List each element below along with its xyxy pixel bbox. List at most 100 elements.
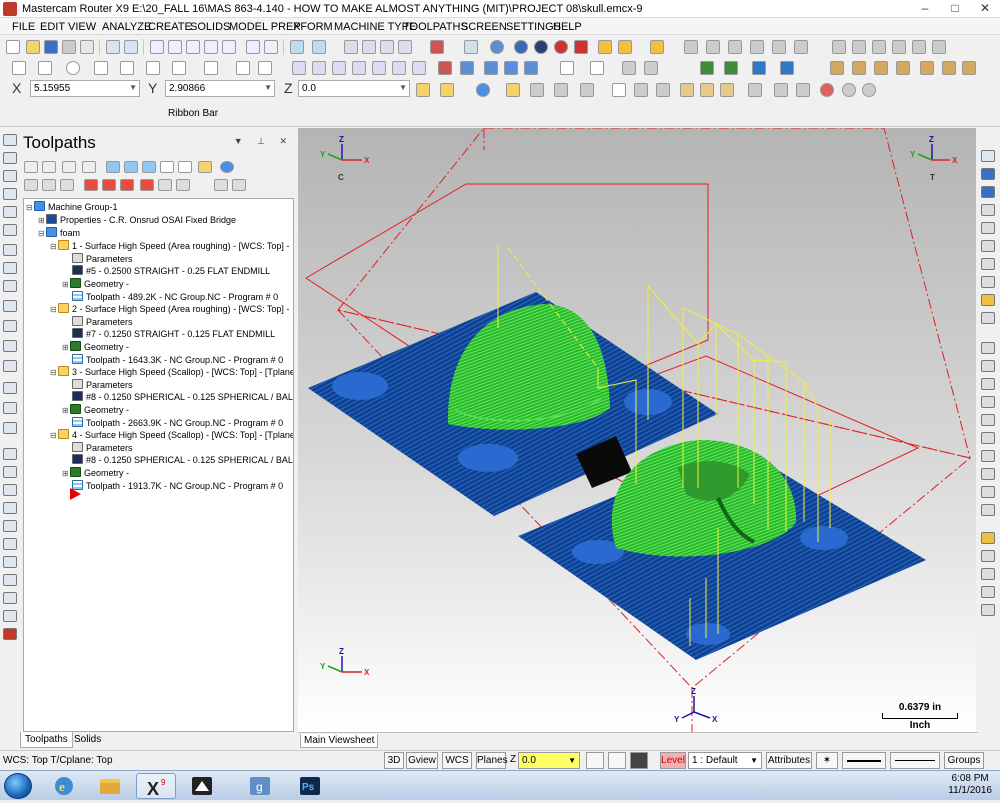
post-selected-icon[interactable] xyxy=(160,161,174,173)
dynamic-icon[interactable] xyxy=(3,320,17,332)
pencil-icon[interactable] xyxy=(981,294,995,306)
select-all-operations-icon[interactable] xyxy=(24,161,38,173)
settings-icon[interactable] xyxy=(794,40,808,54)
right-view-icon[interactable] xyxy=(380,40,394,54)
z-depth-field[interactable]: 0.0 ▼ xyxy=(518,752,580,769)
stretch-icon[interactable] xyxy=(392,61,406,75)
expand-node-icon[interactable]: ⊞ xyxy=(62,468,70,480)
lock-icon[interactable] xyxy=(24,179,38,191)
tree-node-geometry[interactable]: ⊞ Geometry - xyxy=(62,278,129,290)
fit-screen-icon[interactable] xyxy=(150,40,164,54)
expand-node-icon[interactable]: ⊞ xyxy=(38,215,46,227)
scale-icon[interactable] xyxy=(352,61,366,75)
collapse-icon[interactable]: ⊟ xyxy=(50,304,58,316)
extrude-solid-icon[interactable] xyxy=(3,574,17,586)
tree-node-machine-group[interactable]: ⊟ Machine Group-1 xyxy=(26,201,118,213)
print-preview-icon[interactable] xyxy=(80,40,94,54)
arrow-icon[interactable] xyxy=(981,378,995,390)
menu-model-prep[interactable]: MODEL PREP xyxy=(229,21,301,33)
transform-toolpath-icon[interactable] xyxy=(3,402,17,414)
collapse-icon[interactable]: ⊟ xyxy=(50,430,58,442)
tree-node-geometry[interactable]: ⊞ Geometry - xyxy=(62,341,129,353)
surface-finish-icon[interactable] xyxy=(3,280,17,292)
sphere-icon[interactable] xyxy=(3,538,17,550)
select-window-icon[interactable] xyxy=(530,83,544,97)
options-icon[interactable] xyxy=(232,179,246,191)
point-type-select[interactable]: ✶ xyxy=(816,752,838,769)
stock-model-icon[interactable] xyxy=(852,61,866,75)
line-style-select[interactable] xyxy=(842,752,886,769)
z-coordinate-field[interactable]: 0.0 ▼ xyxy=(298,80,410,97)
chevron-down-icon[interactable]: ▼ xyxy=(264,83,272,92)
quick-mask-icon[interactable] xyxy=(634,83,648,97)
high-speed-advisor-icon[interactable] xyxy=(178,161,192,173)
level-button[interactable]: Level xyxy=(660,752,686,769)
note-icon[interactable] xyxy=(644,61,658,75)
verify-icon[interactable] xyxy=(896,61,910,75)
offset-panel-icon[interactable] xyxy=(981,504,995,516)
edit-icon[interactable] xyxy=(598,40,612,54)
vertical-dimension-icon[interactable] xyxy=(590,61,604,75)
layer-icon[interactable] xyxy=(724,61,738,75)
trim-toolpath-icon[interactable] xyxy=(3,382,17,394)
revolve-icon[interactable] xyxy=(504,61,518,75)
mask-curves-icon[interactable] xyxy=(720,83,734,97)
engrave-icon[interactable] xyxy=(3,244,17,256)
surface-icon[interactable] xyxy=(460,61,474,75)
dynamic-rotate-icon[interactable] xyxy=(312,40,326,54)
color-swatch-icon[interactable] xyxy=(586,752,604,769)
stock-icon[interactable] xyxy=(3,448,17,460)
surface-rough-icon[interactable] xyxy=(3,262,17,274)
stop-icon[interactable] xyxy=(820,83,834,97)
graphics-viewport[interactable]: Z X Y C Z X Y T Z X Y Z X Y 0.6379 in In… xyxy=(298,128,976,732)
multiaxis-icon[interactable] xyxy=(3,340,17,352)
collapse-icon[interactable]: ⊟ xyxy=(50,367,58,379)
torus-icon[interactable] xyxy=(3,556,17,568)
tree-node-tool[interactable]: #5 - 0.2500 STRAIGHT - 0.25 FLAT ENDMILL xyxy=(72,265,270,277)
pen-icon[interactable] xyxy=(981,312,995,324)
3d-button[interactable]: 3D xyxy=(384,752,404,769)
insert-arrow-icon[interactable] xyxy=(68,487,82,501)
shading-mode-icon[interactable] xyxy=(514,40,528,54)
menu-analyze[interactable]: ANALYZE xyxy=(102,21,151,33)
chevron-down-icon[interactable]: ▼ xyxy=(129,83,137,92)
hatch-icon[interactable] xyxy=(622,61,636,75)
solid-stock-icon[interactable] xyxy=(3,466,17,478)
collapse-icon[interactable]: ⊟ xyxy=(26,202,34,214)
backplot-selected-icon[interactable] xyxy=(106,161,120,173)
panel-help-icon[interactable] xyxy=(220,161,234,173)
panel-controls[interactable]: ▼ ⊥ ✕ xyxy=(234,136,293,147)
planes-icon[interactable] xyxy=(430,40,444,54)
toggle-posting-icon[interactable] xyxy=(42,179,56,191)
trim-icon[interactable] xyxy=(236,61,250,75)
clear-colors-icon[interactable] xyxy=(748,83,762,97)
tree-node-parameters[interactable]: Parameters xyxy=(72,253,133,265)
cone-icon[interactable] xyxy=(3,520,17,532)
single-display-icon[interactable] xyxy=(158,179,172,191)
view-manager-icon[interactable] xyxy=(752,61,766,75)
menu-file[interactable]: FILE xyxy=(12,21,35,33)
point-style-icon[interactable] xyxy=(608,752,626,769)
chamfer-icon[interactable] xyxy=(172,61,186,75)
menu-toolpaths[interactable]: TOOLPATHS xyxy=(403,21,468,33)
tree-node-operation-2[interactable]: ⊟ 2 - Surface High Speed (Area roughing) … xyxy=(50,303,289,315)
rotate-xform-icon[interactable] xyxy=(312,61,326,75)
simulate-selected-icon[interactable] xyxy=(142,161,156,173)
simulation-icon[interactable] xyxy=(3,628,17,640)
analyze-icon[interactable] xyxy=(684,40,698,54)
close-button[interactable]: ✕ xyxy=(970,0,1000,18)
simulate-icon[interactable] xyxy=(920,61,934,75)
select-dirty-icon[interactable] xyxy=(42,161,56,173)
slot-mill-icon[interactable] xyxy=(3,224,17,236)
zoom-in-icon[interactable] xyxy=(246,40,260,54)
toolbar-icon-d[interactable] xyxy=(892,40,906,54)
select-polygon-icon[interactable] xyxy=(554,83,568,97)
scale-panel-icon[interactable] xyxy=(981,486,995,498)
unzoom-icon[interactable] xyxy=(222,40,236,54)
translate-icon[interactable] xyxy=(292,61,306,75)
distance-icon[interactable] xyxy=(706,40,720,54)
toggle-display-icon[interactable] xyxy=(198,161,212,173)
insert-arrow-icon[interactable] xyxy=(120,179,134,191)
menu-create[interactable]: CREATE xyxy=(148,21,192,33)
toolbar-icon-f[interactable] xyxy=(932,40,946,54)
